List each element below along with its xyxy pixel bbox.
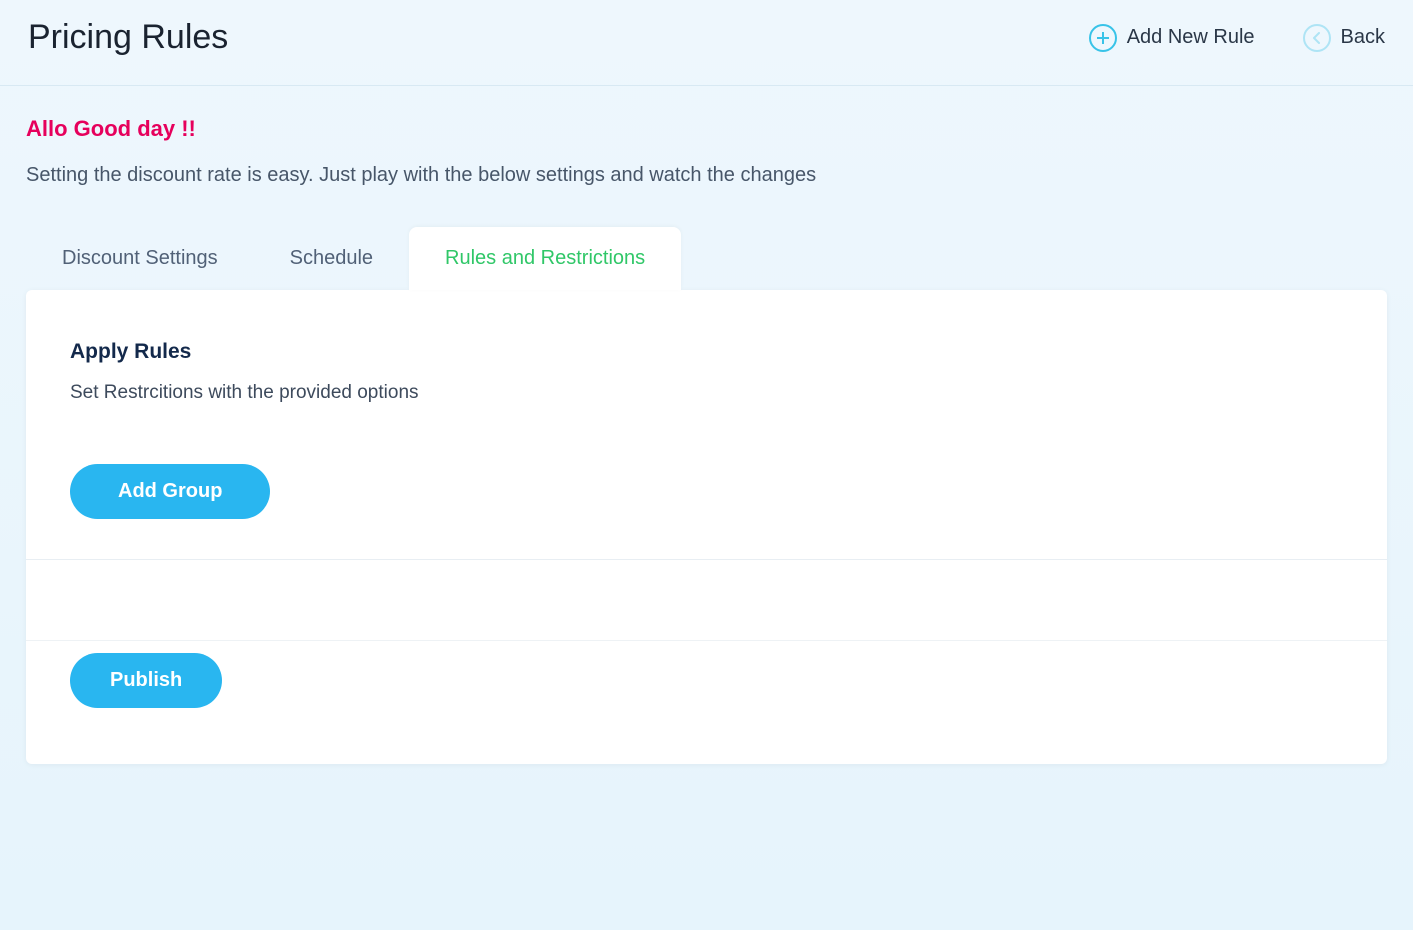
plus-circle-icon <box>1089 24 1117 52</box>
publish-button[interactable]: Publish <box>70 653 222 708</box>
chevron-left-icon <box>1303 24 1331 52</box>
publish-section: Publish <box>26 640 1387 764</box>
page-header: Pricing Rules Add New Rule Back <box>0 0 1413 86</box>
back-button[interactable]: Back <box>1303 24 1385 52</box>
add-new-rule-label: Add New Rule <box>1127 26 1255 49</box>
tab-discount-settings[interactable]: Discount Settings <box>26 227 254 290</box>
section-title: Apply Rules <box>70 340 1343 364</box>
back-label: Back <box>1341 26 1385 49</box>
add-new-rule-button[interactable]: Add New Rule <box>1089 24 1255 52</box>
intro-description: Setting the discount rate is easy. Just … <box>26 164 1387 187</box>
spacer <box>26 560 1387 640</box>
tabs: Discount Settings Schedule Rules and Res… <box>26 227 1387 290</box>
add-group-button[interactable]: Add Group <box>70 464 270 519</box>
tabs-container: Discount Settings Schedule Rules and Res… <box>0 227 1413 290</box>
content-panel: Apply Rules Set Restrcitions with the pr… <box>26 290 1387 764</box>
header-actions: Add New Rule Back <box>1089 24 1385 52</box>
intro-section: Allo Good day !! Setting the discount ra… <box>0 86 1413 227</box>
intro-greeting: Allo Good day !! <box>26 116 1387 142</box>
apply-rules-section: Apply Rules Set Restrcitions with the pr… <box>26 290 1387 559</box>
tab-rules-restrictions[interactable]: Rules and Restrictions <box>409 227 681 290</box>
page-title: Pricing Rules <box>28 18 228 57</box>
section-description: Set Restrcitions with the provided optio… <box>70 382 1343 404</box>
tab-schedule[interactable]: Schedule <box>254 227 409 290</box>
